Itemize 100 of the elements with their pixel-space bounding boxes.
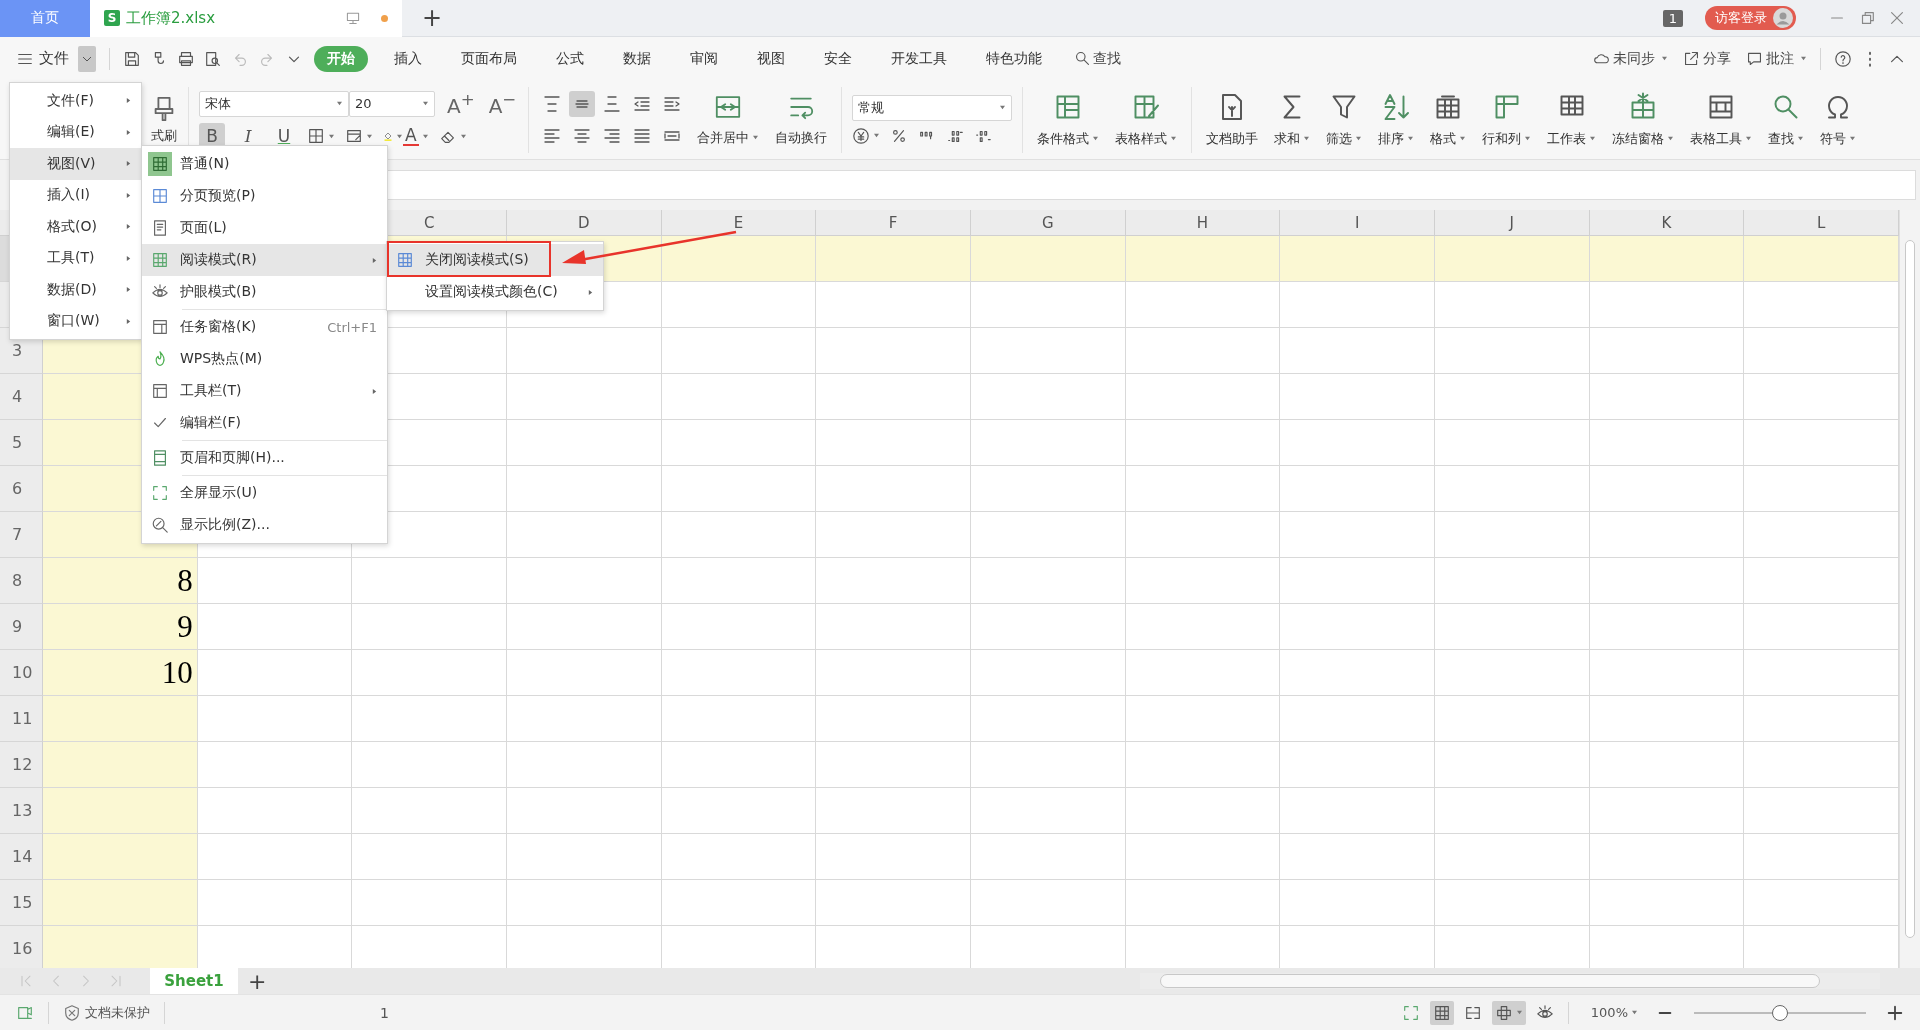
row-header[interactable]: 7: [0, 512, 43, 558]
ribbon-tab[interactable]: 开发工具: [878, 45, 960, 72]
menu-item[interactable]: 任务窗格(K) Ctrl+F1: [142, 311, 387, 343]
print-preview-icon[interactable]: [204, 49, 222, 68]
print-icon[interactable]: [177, 49, 195, 68]
borders-icon[interactable]: [307, 127, 325, 146]
protection-status[interactable]: 文档未保护: [63, 1003, 150, 1022]
ribbon-tab[interactable]: 视图: [744, 45, 798, 72]
column-header[interactable]: K: [1589, 210, 1745, 236]
toolbar-action[interactable]: 未同步: [1593, 49, 1668, 68]
ribbon-button[interactable]: 格式: [1426, 91, 1471, 148]
zoom-in-icon[interactable]: [1886, 1003, 1904, 1022]
help-icon[interactable]: [1834, 49, 1852, 68]
ribbon-tab[interactable]: 数据: [610, 45, 664, 72]
merge-center-button[interactable]: 合并居中: [693, 92, 764, 147]
ribbon-tab[interactable]: 页面布局: [448, 45, 530, 72]
ribbon-button[interactable]: 文档助手: [1202, 91, 1263, 148]
menu-item[interactable]: 普通(N): [142, 148, 387, 180]
text-style-button[interactable]: U: [271, 123, 297, 150]
column-header[interactable]: I: [1280, 210, 1435, 236]
menu-item[interactable]: 格式(O): [10, 211, 141, 243]
ribbon-button[interactable]: 表格工具: [1686, 91, 1757, 148]
menu-item[interactable]: 护眼模式(B): [142, 276, 387, 308]
column-header[interactable]: L: [1744, 210, 1899, 236]
currency-icon[interactable]: [852, 126, 871, 145]
menu-item[interactable]: 插入(I): [10, 179, 141, 211]
menu-item[interactable]: WPS热点(M): [142, 343, 387, 375]
menu-item[interactable]: 视图(V): [10, 148, 141, 180]
row-header[interactable]: 9: [0, 604, 43, 650]
grow-font-button[interactable]: A$^{+}$: [445, 89, 477, 118]
row-header[interactable]: 10: [0, 650, 43, 696]
save-icon[interactable]: [123, 49, 141, 68]
ribbon-button[interactable]: 工作表: [1543, 91, 1601, 148]
column-header[interactable]: F: [816, 210, 971, 236]
font-name-field[interactable]: 宋体: [199, 90, 349, 117]
row-header[interactable]: 11: [0, 696, 43, 742]
column-header[interactable]: H: [1125, 210, 1281, 236]
fullscreen-icon[interactable]: [1401, 1003, 1420, 1022]
fill-color-icon[interactable]: [383, 131, 393, 142]
close-icon[interactable]: [1888, 9, 1906, 27]
column-header[interactable]: E: [661, 210, 817, 236]
menu-item[interactable]: 关闭阅读模式(S): [387, 244, 603, 276]
toolbar-action[interactable]: 批注: [1746, 49, 1807, 68]
window-count-badge[interactable]: 1: [1662, 9, 1683, 27]
menu-item[interactable]: 设置阅读模式颜色(C): [387, 276, 603, 308]
ribbon-button[interactable]: 筛选: [1322, 91, 1367, 148]
ribbon-button[interactable]: 符号: [1816, 91, 1861, 148]
column-header[interactable]: J: [1435, 210, 1590, 236]
wrap-text-button[interactable]: 自动换行: [771, 92, 832, 147]
ribbon-tab[interactable]: 审阅: [677, 45, 731, 72]
column-header[interactable]: D: [507, 210, 662, 236]
menu-item[interactable]: 工具栏(T): [142, 375, 387, 407]
ribbon-button[interactable]: 冻结窗格: [1608, 91, 1679, 148]
ribbon-button[interactable]: 排序: [1374, 91, 1419, 148]
menu-item[interactable]: 工具(T): [10, 242, 141, 274]
reading-mode-icon[interactable]: [1494, 1003, 1513, 1022]
vertical-scrollbar[interactable]: [1899, 210, 1920, 968]
ribbon-tab[interactable]: 特色功能: [973, 45, 1055, 72]
login-button[interactable]: 访客登录: [1705, 6, 1796, 30]
menu-item[interactable]: 分页预览(P): [142, 180, 387, 212]
row-header[interactable]: 12: [0, 742, 43, 788]
menu-item[interactable]: 编辑(E): [10, 116, 141, 148]
file-menu[interactable]: 文件: [39, 49, 69, 68]
row-header[interactable]: 4: [0, 374, 43, 420]
normal-view-icon[interactable]: [1432, 1003, 1451, 1022]
menu-item[interactable]: 编辑栏(F): [142, 407, 387, 439]
font-size-field[interactable]: 20: [349, 90, 435, 117]
row-header[interactable]: 6: [0, 466, 43, 512]
menu-item[interactable]: 数据(D): [10, 274, 141, 306]
row-header[interactable]: 5: [0, 420, 43, 466]
row-header[interactable]: 15: [0, 880, 43, 926]
ribbon-tab[interactable]: 插入: [381, 45, 435, 72]
ribbon-button[interactable]: 条件格式: [1033, 91, 1104, 148]
zoom-level[interactable]: 100%: [1590, 1005, 1638, 1020]
ribbon-button[interactable]: 行和列: [1478, 91, 1536, 148]
new-tab-button[interactable]: +: [414, 4, 451, 32]
slider-thumb[interactable]: [1772, 1004, 1788, 1021]
row-header[interactable]: 14: [0, 834, 43, 880]
format-painter-button[interactable]: 式刷: [150, 94, 178, 145]
menu-item[interactable]: 文件(F): [10, 85, 141, 117]
ribbon-tab[interactable]: 公式: [543, 45, 597, 72]
shrink-font-button[interactable]: A$^{−}$: [486, 89, 519, 118]
row-header[interactable]: 13: [0, 788, 43, 834]
add-sheet-button[interactable]: +: [238, 968, 277, 994]
ribbon-tab[interactable]: 安全: [811, 45, 865, 72]
number-format-field[interactable]: 常规: [852, 94, 1013, 121]
text-style-button[interactable]: I: [235, 123, 261, 150]
row-header[interactable]: 16: [0, 926, 43, 968]
ribbon-button[interactable]: 求和: [1270, 91, 1315, 148]
menu-item[interactable]: 显示比例(Z)...: [142, 509, 387, 541]
row-header[interactable]: 8: [0, 558, 43, 604]
menu-item[interactable]: 页眉和页脚(H)...: [142, 442, 387, 474]
ribbon-button[interactable]: 查找: [1764, 91, 1809, 148]
column-header[interactable]: G: [971, 210, 1126, 236]
alignment-button[interactable]: [569, 90, 596, 117]
menu-item[interactable]: 全屏显示(U): [142, 477, 387, 509]
menu-item[interactable]: 阅读模式(R): [142, 244, 387, 276]
ribbon-button[interactable]: 表格样式: [1111, 91, 1182, 148]
toolbar-action[interactable]: 分享: [1683, 49, 1731, 68]
document-tab[interactable]: S 工作簿2.xlsx: [90, 0, 402, 37]
